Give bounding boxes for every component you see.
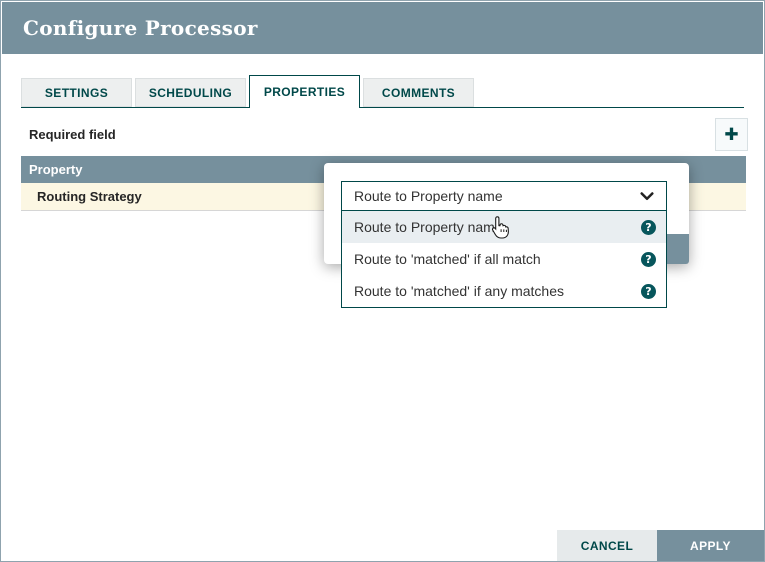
option-route-matched-all[interactable]: Route to 'matched' if all match ? <box>342 243 666 275</box>
option-label: Route to 'matched' if all match <box>354 251 541 267</box>
cancel-button[interactable]: CANCEL <box>557 530 657 561</box>
tab-comments[interactable]: COMMENTS <box>363 78 474 107</box>
tab-bar: SETTINGS SCHEDULING PROPERTIES COMMENTS <box>21 75 744 108</box>
configure-processor-dialog: Configure Processor SETTINGS SCHEDULING … <box>0 0 765 562</box>
tab-properties[interactable]: PROPERTIES <box>249 75 360 108</box>
tab-comments-label: COMMENTS <box>382 86 455 100</box>
property-column-header: Property <box>29 162 82 177</box>
combo-selected-value: Route to Property name <box>354 188 503 204</box>
dialog-title: Configure Processor <box>23 16 258 40</box>
tab-settings[interactable]: SETTINGS <box>21 78 132 107</box>
option-route-matched-any[interactable]: Route to 'matched' if any matches ? <box>342 275 666 307</box>
tab-scheduling-label: SCHEDULING <box>149 86 232 100</box>
property-name: Routing Strategy <box>37 189 142 204</box>
question-circle-icon[interactable]: ? <box>641 252 656 267</box>
combo-options-list: Route to Property name ? Route to 'match… <box>341 210 667 308</box>
routing-strategy-combo[interactable]: Route to Property name <box>341 181 667 211</box>
option-label: Route to Property name <box>354 219 503 235</box>
required-field-label: Required field <box>29 127 116 142</box>
question-circle-icon[interactable]: ? <box>641 284 656 299</box>
tab-scheduling[interactable]: SCHEDULING <box>135 78 246 107</box>
plus-icon: ✚ <box>724 126 738 143</box>
chevron-down-icon <box>640 192 654 201</box>
add-property-button[interactable]: ✚ <box>715 118 748 151</box>
cancel-button-label: CANCEL <box>581 539 633 553</box>
question-circle-icon[interactable]: ? <box>641 220 656 235</box>
option-label: Route to 'matched' if any matches <box>354 283 564 299</box>
tab-settings-label: SETTINGS <box>45 86 108 100</box>
option-route-to-property-name[interactable]: Route to Property name ? <box>342 211 666 243</box>
dialog-titlebar: Configure Processor <box>2 2 763 54</box>
tab-properties-label: PROPERTIES <box>264 85 345 99</box>
apply-button[interactable]: APPLY <box>657 530 764 561</box>
apply-button-label: APPLY <box>690 539 731 553</box>
